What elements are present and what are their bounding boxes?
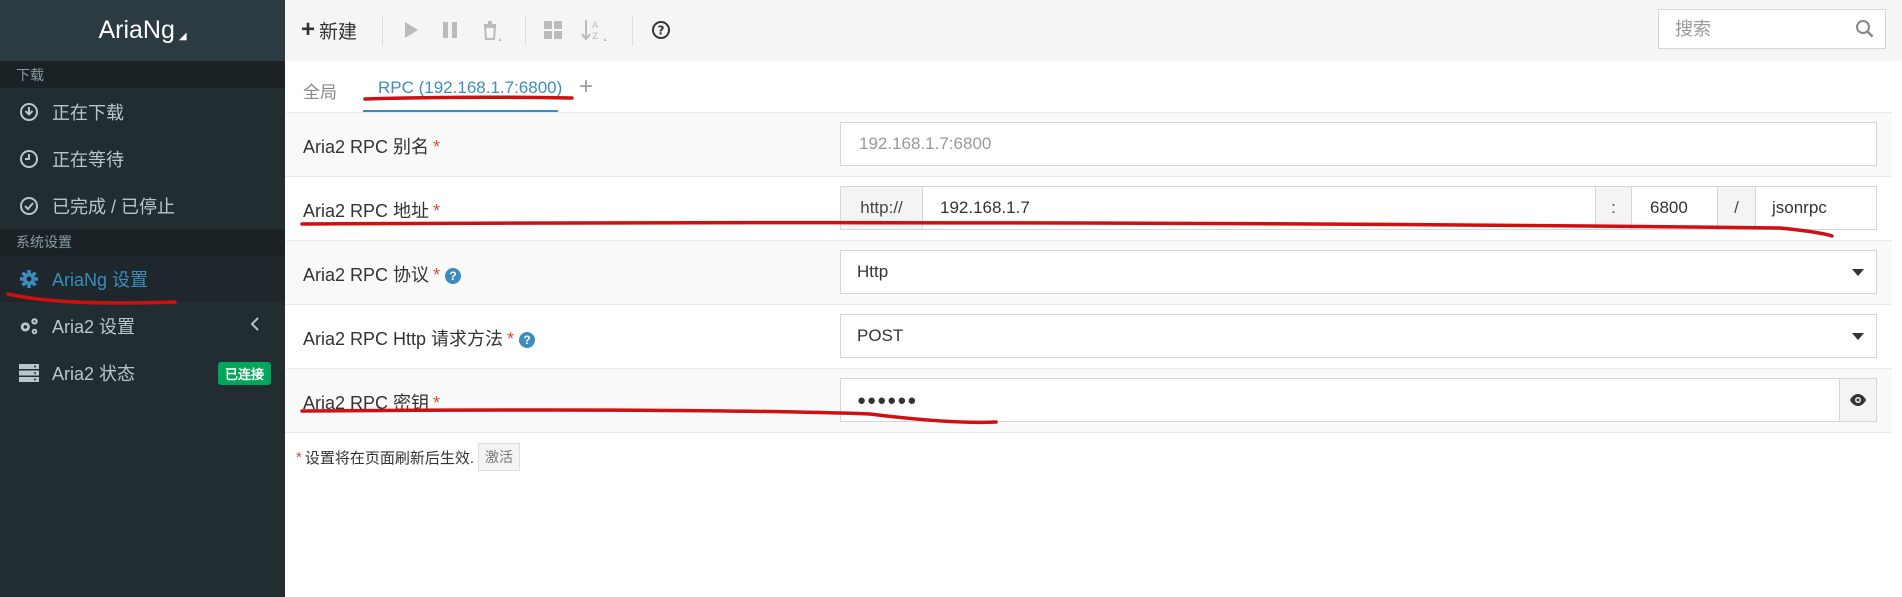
plus-icon: +	[301, 16, 316, 43]
section-header-download: 下载	[0, 62, 285, 88]
add-rpc-tab-button[interactable]: +	[579, 73, 593, 101]
rpc-host-input[interactable]: 192.168.1.7	[923, 187, 1596, 229]
toolbar-divider	[632, 16, 633, 46]
setting-row-alias: Aria2 RPC 别名 *	[285, 112, 1902, 176]
address-field-group: http:// 192.168.1.7 : 6800 / jsonrpc	[840, 186, 1877, 230]
rpc-interface-input[interactable]: jsonrpc	[1756, 187, 1876, 229]
new-task-button[interactable]: + 新建	[301, 14, 357, 46]
setting-label: Aria2 RPC 密钥 *	[303, 393, 441, 413]
setting-row-method: Aria2 RPC Http 请求方法 *? POST	[285, 304, 1902, 368]
tab-rpc[interactable]: RPC (192.168.1.7:6800)	[378, 78, 562, 98]
sort-button[interactable]: AZ	[577, 14, 613, 46]
select-all-button[interactable]	[537, 14, 569, 46]
setting-label: Aria2 RPC 地址 *	[303, 201, 441, 221]
sidebar-item-aria2-settings[interactable]: Aria2 设置	[0, 302, 285, 349]
sidebar-item-label: 正在等待	[52, 149, 124, 170]
status-badge: 已连接	[217, 362, 271, 385]
rpc-port-input[interactable]: 6800	[1632, 187, 1718, 229]
gear-icon	[18, 268, 40, 290]
secret-field-group: ●●●●●●	[840, 378, 1877, 422]
brand-caret-icon: ◢	[178, 31, 187, 42]
path-separator: /	[1718, 187, 1756, 229]
protocol-prefix-addon[interactable]: http://	[841, 187, 923, 229]
sidebar-item-label: 正在下载	[52, 102, 124, 123]
search-icon[interactable]	[1855, 19, 1875, 44]
sidebar-item-waiting[interactable]: 正在等待	[0, 135, 285, 182]
rpc-alias-input[interactable]	[841, 123, 1876, 165]
check-circle-icon	[18, 195, 40, 217]
eye-icon	[1850, 394, 1866, 406]
tab-global[interactable]: 全局	[303, 78, 337, 103]
caret-down-icon	[1852, 268, 1864, 276]
play-icon	[405, 22, 418, 38]
note-text: 设置将在页面刷新后生效.	[304, 449, 475, 467]
server-icon	[18, 362, 40, 384]
pause-button[interactable]	[434, 14, 466, 46]
rpc-settings-form: Aria2 RPC 别名* Aria2 RPC 地址* http:// 192.…	[285, 112, 1902, 433]
app-brand[interactable]: AriaNg ◢	[0, 0, 285, 62]
sidebar-item-label: 已完成 / 已停止	[52, 196, 176, 217]
svg-text:A: A	[592, 21, 599, 31]
rpc-secret-input[interactable]: ●●●●●●	[841, 379, 1839, 421]
toolbar: + 新建 AZ ?	[285, 0, 1902, 62]
new-task-label: 新建	[319, 21, 358, 43]
activate-button[interactable]: 激活	[478, 443, 521, 471]
setting-label: Aria2 RPC 协议 *?	[303, 261, 462, 287]
scrollbar[interactable]	[1892, 61, 1902, 597]
search-input[interactable]	[1673, 10, 1857, 48]
clock-icon	[18, 148, 40, 170]
help-icon[interactable]: ?	[445, 268, 462, 284]
sidebar-item-label: AriaNg 设置	[52, 269, 149, 290]
sort-alpha-icon: AZ	[581, 20, 607, 42]
sidebar-item-stopped[interactable]: 已完成 / 已停止	[0, 182, 285, 229]
selected-value: Http	[857, 262, 889, 281]
settings-tabs: 全局 RPC (192.168.1.7:6800) +	[285, 61, 1902, 112]
section-header-settings: 系统设置	[0, 229, 285, 255]
about-button[interactable]: ?	[645, 14, 677, 46]
sidebar-item-aria2-status[interactable]: Aria2 状态 已连接	[0, 349, 285, 396]
sidebar-item-ariang-settings[interactable]: AriaNg 设置	[0, 255, 285, 302]
svg-text:?: ?	[658, 24, 665, 38]
alias-field-wrapper	[840, 122, 1877, 166]
setting-label: Aria2 RPC Http 请求方法 *?	[303, 325, 536, 351]
chevron-left-icon	[249, 315, 261, 338]
svg-text:Z: Z	[592, 32, 598, 42]
caret-down-icon	[1852, 332, 1864, 340]
brand-title: AriaNg	[98, 16, 175, 44]
setting-row-address: Aria2 RPC 地址 * http:// 192.168.1.7 : 6800…	[285, 176, 1902, 240]
start-button[interactable]	[395, 14, 427, 46]
sidebar: AriaNg ◢ 下载 正在下载 正在等待 已完成 / 已停止 系统设置 Ari…	[0, 0, 285, 597]
show-secret-button[interactable]	[1839, 379, 1876, 421]
toolbar-divider	[525, 16, 526, 46]
grid-icon	[544, 21, 562, 39]
help-icon[interactable]: ?	[519, 332, 536, 348]
port-separator: :	[1596, 187, 1632, 229]
sidebar-item-downloading[interactable]: 正在下载	[0, 88, 285, 135]
setting-row-protocol: Aria2 RPC 协议 *? Http	[285, 240, 1902, 304]
setting-label: Aria2 RPC 别名 *	[303, 137, 441, 157]
settings-note: * 设置将在页面刷新后生效. 激活	[296, 443, 521, 471]
gears-icon	[18, 315, 40, 337]
sidebar-item-label: Aria2 状态	[52, 363, 136, 384]
delete-button[interactable]	[474, 14, 510, 46]
setting-row-secret: Aria2 RPC 密钥 * ●●●●●●	[285, 368, 1902, 433]
rpc-protocol-select[interactable]: Http	[840, 250, 1877, 294]
trash-icon	[483, 21, 502, 41]
question-circle-icon: ?	[652, 21, 670, 39]
download-circle-icon	[18, 101, 40, 123]
toolbar-divider	[382, 16, 383, 46]
selected-value: POST	[857, 326, 904, 345]
search-box	[1658, 9, 1886, 49]
sidebar-item-label: Aria2 设置	[52, 316, 136, 337]
pause-icon	[443, 22, 457, 38]
http-method-select[interactable]: POST	[840, 314, 1877, 358]
